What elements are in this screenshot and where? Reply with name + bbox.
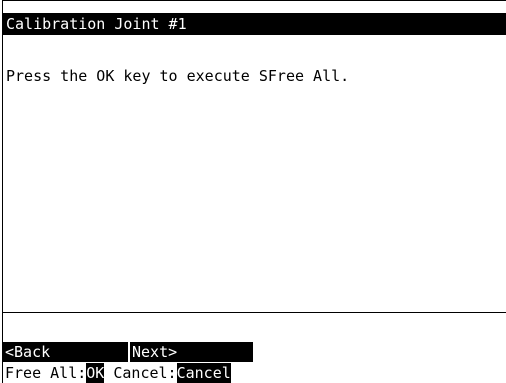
cancel-label: Cancel: — [104, 364, 177, 382]
ok-key[interactable]: OK — [86, 363, 105, 383]
key-hint-row: Free All: OK Cancel: Cancel — [3, 363, 231, 383]
back-softkey[interactable]: <Back — [3, 342, 128, 362]
divider-line — [3, 312, 506, 313]
pendant-screen: Calibration Joint #1 Press the OK key to… — [2, 0, 506, 383]
free-all-label: Free All: — [5, 364, 87, 382]
cancel-key[interactable]: Cancel — [176, 363, 231, 383]
screen-title: Calibration Joint #1 — [3, 13, 506, 35]
next-softkey[interactable]: Next> — [130, 342, 253, 362]
instruction-message: Press the OK key to execute SFree All. — [6, 67, 350, 85]
